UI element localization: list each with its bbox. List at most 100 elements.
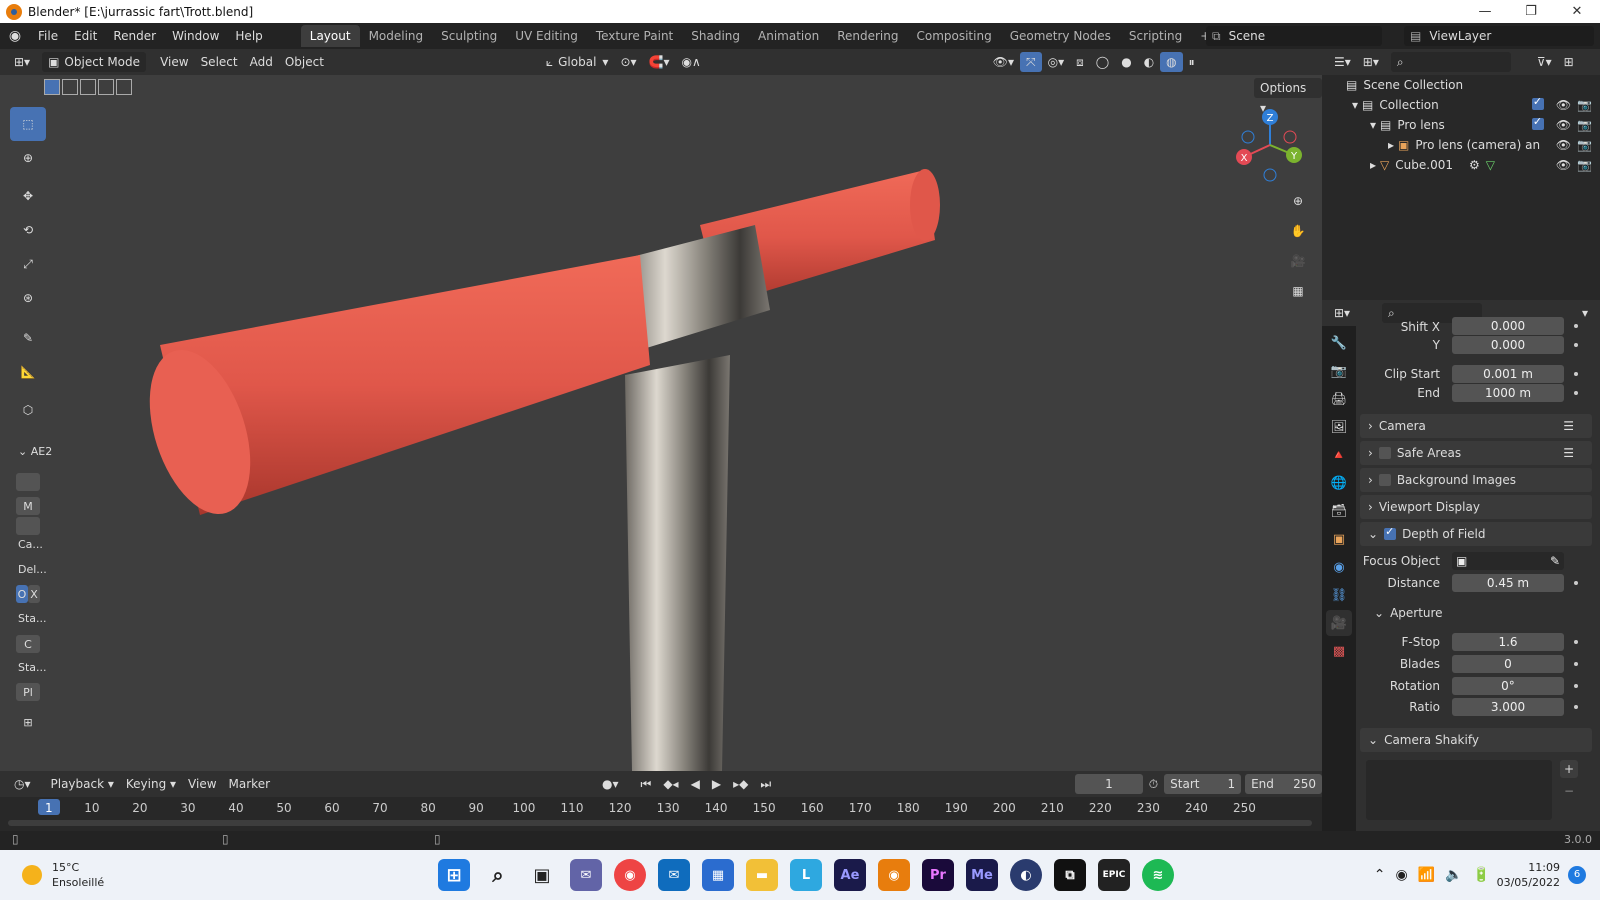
tab-rendering[interactable]: Rendering [828,25,907,47]
notification-badge[interactable]: 6 [1568,866,1586,884]
keyframe-dot[interactable] [1574,391,1578,395]
tool-add-cube[interactable]: ⬡ [10,393,46,427]
camera-section[interactable]: › Camera ☰ [1360,414,1592,438]
xray-icon[interactable]: ⧈ [1070,52,1090,72]
after-effects-icon[interactable]: Ae [834,859,866,891]
side-item-blank-2[interactable] [16,517,40,535]
tool-move[interactable]: ✥ [10,179,46,213]
jump-start-icon[interactable]: ⏮ [635,774,658,794]
render-tab-icon[interactable]: 📷 [1326,358,1352,384]
next-keyframe-icon[interactable]: ▸◆ [727,774,754,794]
mail-icon[interactable]: ✉ [658,859,690,891]
outliner-editor-icon[interactable]: ☰▾ [1328,52,1357,72]
tab-uv-editing[interactable]: UV Editing [506,25,587,47]
tab-compositing[interactable]: Compositing [907,25,1000,47]
blender-menu-icon[interactable]: ◉ [0,23,30,49]
filter-icon[interactable]: ⊽▾ [1531,52,1558,72]
menu-view[interactable]: View [154,52,194,72]
shift-x-field[interactable]: 0.000 [1452,317,1564,335]
task-view-icon[interactable]: ▣ [526,859,558,891]
expand-icon[interactable]: ▾ [1370,118,1376,132]
safe-areas-checkbox[interactable] [1378,447,1391,459]
expand-icon[interactable]: ▾ [1352,98,1358,112]
distance-field[interactable]: 0.45 m [1452,574,1564,592]
menu-help[interactable]: Help [227,23,270,49]
safe-areas-section[interactable]: › Safe Areas ☰ [1360,441,1592,465]
camera-data-tab-icon[interactable]: 🎥 [1326,610,1352,636]
render-camera-icon[interactable]: 📷 [1577,138,1592,152]
view-layer-tab-icon[interactable]: 🖼 [1326,414,1352,440]
remove-item-button[interactable]: − [1560,782,1578,800]
material-shading-icon[interactable]: ◐ [1138,52,1160,72]
eye-icon[interactable]: 👁 [1556,138,1571,152]
render-camera-icon[interactable]: 📷 [1577,98,1592,112]
capcut-icon[interactable]: ⧉ [1054,859,1086,891]
3d-viewport[interactable]: Options ▾ Z X Y ⊕ ✋ 🎥 ▦ ⬚ ⊕ ✥ ⟲ ⤢ ⊛ ✎ 📐 … [0,75,1322,771]
spotify-icon[interactable]: ≋ [1142,859,1174,891]
depth-of-field-checkbox[interactable] [1384,525,1397,540]
keying-menu[interactable]: Keying ▾ [120,774,182,794]
tool-rotate[interactable]: ⟲ [10,213,46,247]
keyframe-dot[interactable] [1574,662,1578,666]
search-icon[interactable]: ⌕ [482,859,514,891]
tool-measure[interactable]: 📐 [10,355,46,389]
menu-select[interactable]: Select [195,52,244,72]
eye-icon[interactable]: 👁 [1556,158,1571,172]
background-images-section[interactable]: › Background Images [1360,468,1592,492]
side-panel-title[interactable]: ⌄ AE2 [18,445,52,458]
eye-icon[interactable]: 👁 [1556,98,1571,112]
tab-sculpting[interactable]: Sculpting [432,25,506,47]
keyframe-dot[interactable] [1574,581,1578,585]
side-item-m[interactable]: M [16,497,40,515]
visibility-icon[interactable]: 👁▾ [987,52,1020,72]
menu-object[interactable]: Object [279,52,330,72]
outliner-row-pro-lens[interactable]: ▾ ▤ Pro lens 👁 📷 [1322,115,1600,135]
premiere-icon[interactable]: Pr [922,859,954,891]
windows-start-icon[interactable]: ⊞ [438,859,470,891]
volume-icon[interactable]: 🔈 [1445,867,1462,883]
cinema4d-icon[interactable]: ◐ [1010,859,1042,891]
jump-end-icon[interactable]: ⏭ [754,774,777,794]
side-item-icon[interactable]: ⊞ [16,713,40,731]
menu-file[interactable]: File [30,23,66,49]
playback-menu[interactable]: Playback ▾ [45,774,120,794]
camera-shakify-section[interactable]: ⌄ Camera Shakify [1360,728,1592,752]
overlays-icon[interactable]: ◎▾ [1042,52,1071,72]
focus-object-field[interactable]: ▣ ✎ [1452,552,1564,570]
file-explorer-icon[interactable]: ▬ [746,859,778,891]
side-item-pl[interactable]: Pl [16,683,40,701]
tab-modeling[interactable]: Modeling [360,25,433,47]
mode-selector[interactable]: ▣ Object Mode [42,52,147,72]
start-frame-field[interactable]: Start 1 [1164,774,1242,794]
play-reverse-icon[interactable]: ◀ [685,774,706,794]
background-images-checkbox[interactable] [1378,474,1391,486]
launcher-icon[interactable]: L [790,859,822,891]
outliner-row-cube[interactable]: ▸ ▽ Cube.001 ⚙ ▽ 👁 📷 [1322,155,1600,175]
timeline[interactable]: 1 10 20 30 40 50 60 70 80 90 100 110 120 130 140 150 160… [0,797,1322,831]
outliner-row-collection[interactable]: ▾ ▤ Collection 👁 📷 [1322,95,1600,115]
keyframe-dot[interactable] [1574,640,1578,644]
view-layer-selector[interactable]: ▤ ViewLayer [1404,26,1594,46]
marker-menu[interactable]: Marker [223,774,276,794]
prev-keyframe-icon[interactable]: ◆◂ [657,774,684,794]
tab-scripting[interactable]: Scripting [1120,25,1191,47]
menu-add[interactable]: Add [244,52,279,72]
output-tab-icon[interactable]: 🖨 [1326,386,1352,412]
store-icon[interactable]: ▦ [702,859,734,891]
wifi-icon[interactable]: 📶 [1418,867,1435,883]
keyframe-dot[interactable] [1574,372,1578,376]
chevron-up-icon[interactable]: ⌃ [1374,867,1386,883]
battery-icon[interactable]: 🔋 [1473,867,1490,883]
depth-of-field-section[interactable]: ⌄ Depth of Field [1360,522,1592,546]
end-frame-field[interactable]: End 250 [1245,774,1322,794]
keyframe-dot[interactable] [1574,324,1578,328]
texture-tab-icon[interactable]: ▩ [1326,638,1352,664]
pan-hand-icon[interactable]: ✋ [1284,217,1312,245]
pivot-point-icon[interactable]: ⊙▾ [614,52,642,72]
outliner-search[interactable]: ⌕ [1390,52,1511,72]
rotation-field[interactable]: 0° [1452,677,1564,695]
ratio-field[interactable]: 3.000 [1452,698,1564,716]
timeline-editor-icon[interactable]: ◷▾ [8,774,37,794]
tool-annotate[interactable]: ✎ [10,321,46,355]
tool-scale[interactable]: ⤢ [10,247,46,281]
